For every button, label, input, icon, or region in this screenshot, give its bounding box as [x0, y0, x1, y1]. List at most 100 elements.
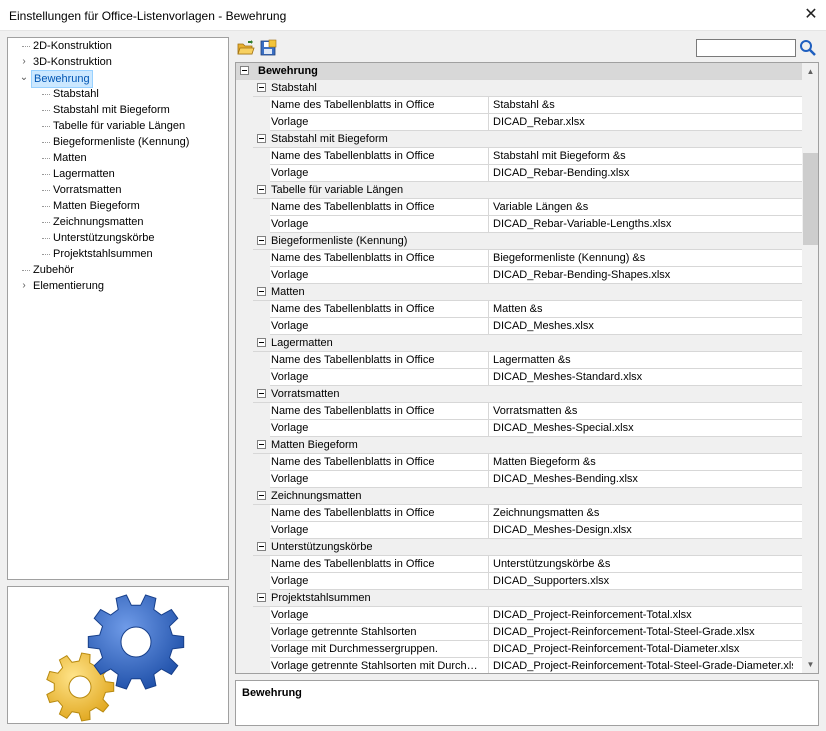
property-value[interactable]: DICAD_Meshes-Special.xlsx — [493, 420, 793, 436]
subgroup-header[interactable]: Biegeformenliste (Kennung) — [236, 233, 802, 250]
property-row[interactable]: Name des Tabellenblatts in Office Lagerma… — [236, 352, 802, 369]
close-icon[interactable]: ✕ — [796, 0, 826, 30]
tree-item[interactable]: Zubehör — [8, 262, 228, 278]
chevron-down-icon[interactable]: ⌄ — [19, 70, 29, 86]
property-row[interactable]: Name des Tabellenblatts in Office Stabsta… — [236, 148, 802, 165]
search-input[interactable] — [696, 39, 796, 57]
tree-item[interactable]: Vorratsmatten — [8, 182, 228, 198]
tree-item[interactable]: Unterstützungskörbe — [8, 230, 228, 246]
property-value[interactable]: DICAD_Rebar-Bending-Shapes.xlsx — [493, 267, 793, 283]
collapse-icon[interactable] — [257, 593, 266, 602]
property-value[interactable]: Lagermatten &s — [493, 352, 793, 368]
property-value[interactable]: Zeichnungsmatten &s — [493, 505, 793, 521]
tree-item[interactable]: 2D-Konstruktion — [8, 38, 228, 54]
magnifier-icon[interactable] — [798, 38, 818, 58]
collapse-icon[interactable] — [257, 236, 266, 245]
property-row[interactable]: Vorlage DICAD_Project-Reinforcement-Total… — [236, 607, 802, 624]
property-row[interactable]: Vorlage getrennte Stahlsorten DICAD_Proje… — [236, 624, 802, 641]
property-value[interactable]: DICAD_Rebar-Variable-Lengths.xlsx — [493, 216, 793, 232]
tree-item[interactable]: Stabstahl mit Biegeform — [8, 102, 228, 118]
vertical-scrollbar[interactable]: ▲ ▼ — [802, 63, 818, 673]
property-row[interactable]: Name des Tabellenblatts in Office Matten … — [236, 454, 802, 471]
collapse-icon[interactable] — [257, 542, 266, 551]
property-row[interactable]: Vorlage mit Durchmessergruppen. DICAD_Pro… — [236, 641, 802, 658]
property-row[interactable]: Name des Tabellenblatts in Office Vorrats… — [236, 403, 802, 420]
property-row[interactable]: Vorlage DICAD_Meshes-Bending.xlsx — [236, 471, 802, 488]
category-tree[interactable]: 2D-Konstruktion › 3D-Konstruktion ⌄ Bewehrun… — [7, 37, 229, 580]
property-value[interactable]: Variable Längen &s — [493, 199, 793, 215]
property-value[interactable]: DICAD_Project-Reinforcement-Total.xlsx — [493, 607, 793, 623]
tree-item[interactable]: Projektstahlsummen — [8, 246, 228, 262]
property-value[interactable]: DICAD_Meshes-Bending.xlsx — [493, 471, 793, 487]
tree-item[interactable]: Zeichnungsmatten — [8, 214, 228, 230]
property-row[interactable]: Name des Tabellenblatts in Office Variabl… — [236, 199, 802, 216]
tree-item[interactable]: › 3D-Konstruktion — [8, 54, 228, 70]
tree-item[interactable]: Matten Biegeform — [8, 198, 228, 214]
tree-item[interactable]: › Elementierung — [8, 278, 228, 294]
scroll-up-icon[interactable]: ▲ — [802, 63, 818, 80]
subgroup-header[interactable]: Stabstahl mit Biegeform — [236, 131, 802, 148]
subgroup-header[interactable]: Projektstahlsummen — [236, 590, 802, 607]
property-value[interactable]: Vorratsmatten &s — [493, 403, 793, 419]
property-row[interactable]: Vorlage DICAD_Rebar-Bending-Shapes.xlsx — [236, 267, 802, 284]
tree-item[interactable]: Stabstahl — [8, 86, 228, 102]
subgroup-header[interactable]: Matten Biegeform — [236, 437, 802, 454]
property-value[interactable]: Stabstahl mit Biegeform &s — [493, 148, 793, 164]
property-value[interactable]: Biegeformenliste (Kennung) &s — [493, 250, 793, 266]
property-row[interactable]: Vorlage DICAD_Rebar-Variable-Lengths.xlsx — [236, 216, 802, 233]
property-row[interactable]: Name des Tabellenblatts in Office Unterst… — [236, 556, 802, 573]
chevron-right-icon[interactable]: › — [19, 54, 29, 70]
property-value[interactable]: Stabstahl &s — [493, 97, 793, 113]
property-value[interactable]: DICAD_Project-Reinforcement-Total-Steel-… — [493, 624, 793, 640]
property-row[interactable]: Vorlage DICAD_Supporters.xlsx — [236, 573, 802, 590]
subgroup-header[interactable]: Stabstahl — [236, 80, 802, 97]
property-row[interactable]: Name des Tabellenblatts in Office Zeichnu… — [236, 505, 802, 522]
group-header-bewehrung[interactable]: Bewehrung — [236, 63, 802, 80]
subgroup-header[interactable]: Tabelle für variable Längen — [236, 182, 802, 199]
property-row[interactable]: Vorlage getrennte Stahlsorten mit Durchm… — [236, 658, 802, 673]
property-row[interactable]: Name des Tabellenblatts in Office Stabsta… — [236, 97, 802, 114]
subgroup-header[interactable]: Lagermatten — [236, 335, 802, 352]
property-row[interactable]: Vorlage DICAD_Meshes-Standard.xlsx — [236, 369, 802, 386]
collapse-icon[interactable] — [257, 440, 266, 449]
property-value[interactable]: DICAD_Project-Reinforcement-Total-Diamet… — [493, 641, 793, 657]
property-grid[interactable]: Bewehrung Stabstahl Name des Tabellenblatt… — [235, 62, 819, 674]
property-value[interactable]: DICAD_Meshes-Standard.xlsx — [493, 369, 793, 385]
property-row[interactable]: Name des Tabellenblatts in Office Matten … — [236, 301, 802, 318]
tree-item[interactable]: ⌄ Bewehrung — [8, 70, 228, 88]
scrollbar-thumb[interactable] — [803, 153, 818, 245]
property-value[interactable]: DICAD_Meshes.xlsx — [493, 318, 793, 334]
property-value[interactable]: DICAD_Supporters.xlsx — [493, 573, 793, 589]
collapse-icon[interactable] — [257, 287, 266, 296]
property-row[interactable]: Vorlage DICAD_Meshes-Special.xlsx — [236, 420, 802, 437]
property-value[interactable]: Unterstützungskörbe &s — [493, 556, 793, 572]
folder-open-icon[interactable] — [237, 39, 255, 57]
collapse-icon[interactable] — [257, 338, 266, 347]
property-value[interactable]: Matten &s — [493, 301, 793, 317]
property-value[interactable]: DICAD_Rebar-Bending.xlsx — [493, 165, 793, 181]
property-value[interactable]: DICAD_Meshes-Design.xlsx — [493, 522, 793, 538]
collapse-icon[interactable] — [257, 491, 266, 500]
save-icon[interactable] — [259, 39, 277, 57]
property-row[interactable]: Vorlage DICAD_Meshes-Design.xlsx — [236, 522, 802, 539]
property-row[interactable]: Name des Tabellenblatts in Office Biegefo… — [236, 250, 802, 267]
tree-item[interactable]: Biegeformenliste (Kennung) — [8, 134, 228, 150]
collapse-icon[interactable] — [257, 185, 266, 194]
property-value[interactable]: Matten Biegeform &s — [493, 454, 793, 470]
subgroup-header[interactable]: Vorratsmatten — [236, 386, 802, 403]
collapse-icon[interactable] — [257, 389, 266, 398]
tree-item[interactable]: Lagermatten — [8, 166, 228, 182]
subgroup-header[interactable]: Unterstützungskörbe — [236, 539, 802, 556]
property-value[interactable]: DICAD_Project-Reinforcement-Total-Steel-… — [493, 658, 793, 673]
property-row[interactable]: Vorlage DICAD_Rebar.xlsx — [236, 114, 802, 131]
collapse-icon[interactable] — [240, 66, 249, 75]
scroll-down-icon[interactable]: ▼ — [802, 656, 818, 673]
chevron-right-icon[interactable]: › — [19, 278, 29, 294]
property-row[interactable]: Vorlage DICAD_Meshes.xlsx — [236, 318, 802, 335]
collapse-icon[interactable] — [257, 134, 266, 143]
property-row[interactable]: Vorlage DICAD_Rebar-Bending.xlsx — [236, 165, 802, 182]
tree-item[interactable]: Matten — [8, 150, 228, 166]
property-value[interactable]: DICAD_Rebar.xlsx — [493, 114, 793, 130]
subgroup-header[interactable]: Matten — [236, 284, 802, 301]
tree-item[interactable]: Tabelle für variable Längen — [8, 118, 228, 134]
